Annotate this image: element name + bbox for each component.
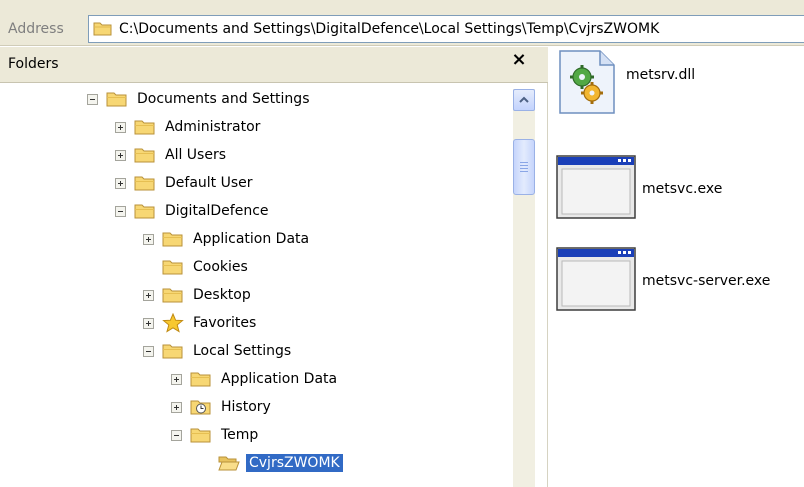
expand-plus-icon[interactable] <box>143 289 154 301</box>
explorer-window: Address C:\Documents and Settings\Digita… <box>0 0 804 487</box>
open-folder-icon <box>218 454 240 472</box>
tree-item-label: History <box>221 399 271 415</box>
tree-item-label: Desktop <box>193 287 251 303</box>
address-bar: Address C:\Documents and Settings\Digita… <box>0 0 804 46</box>
collapse-minus-icon[interactable] <box>171 429 182 441</box>
tree-item-label: Documents and Settings <box>137 91 310 107</box>
address-field[interactable]: C:\Documents and Settings\DigitalDefence… <box>88 15 804 43</box>
expand-plus-icon[interactable] <box>115 177 126 189</box>
folder-icon <box>134 146 156 164</box>
exe-window-icon <box>556 247 636 315</box>
vertical-scrollbar[interactable] <box>513 89 535 487</box>
file-item[interactable]: metsvc-server.exe <box>556 247 770 315</box>
file-list-pane: metsrv.dll metsvc.exe metsvc-server.exe <box>548 47 804 487</box>
file-name: metsvc.exe <box>642 181 723 197</box>
folder-icon <box>93 20 113 41</box>
tree-item[interactable]: Application Data <box>171 365 340 393</box>
tree-item-label: Default User <box>165 175 253 191</box>
folder-icon <box>162 258 184 276</box>
star-icon <box>162 313 184 333</box>
tree-item[interactable]: DigitalDefence <box>115 197 272 225</box>
folder-tree: Documents and Settings Administrator All U… <box>0 83 548 487</box>
collapse-minus-icon[interactable] <box>87 93 98 105</box>
file-name: metsrv.dll <box>626 67 696 83</box>
chevron-up-icon <box>519 96 529 103</box>
tree-item[interactable]: Cookies <box>143 253 251 281</box>
expand-plus-icon[interactable] <box>143 317 154 329</box>
tree-item-label: Cookies <box>193 259 248 275</box>
tree-item[interactable]: All Users <box>115 141 229 169</box>
tree-item[interactable]: History <box>171 393 274 421</box>
tree-item-label: Temp <box>221 427 259 443</box>
tree-item[interactable]: Local Settings <box>143 337 294 365</box>
tree-item[interactable]: CvjrsZWOMK <box>199 449 343 477</box>
expand-plus-icon[interactable] <box>143 233 154 245</box>
file-name: metsvc-server.exe <box>642 273 771 289</box>
tree-item-label: Local Settings <box>193 343 292 359</box>
tree-item[interactable]: Default User <box>115 169 256 197</box>
folders-pane-header: Folders × <box>0 47 548 83</box>
folders-pane-title: Folders <box>8 56 59 72</box>
expand-plus-icon[interactable] <box>171 401 182 413</box>
file-item[interactable]: metsvc.exe <box>556 155 722 223</box>
exe-window-icon <box>556 155 636 223</box>
tree-item-label: All Users <box>165 147 227 163</box>
tree-item[interactable]: Documents and Settings <box>87 85 312 113</box>
collapse-minus-icon[interactable] <box>115 205 126 217</box>
scroll-thumb[interactable] <box>513 139 535 195</box>
expand-plus-icon[interactable] <box>115 149 126 161</box>
folder-icon <box>134 202 156 220</box>
tree-item[interactable]: Desktop <box>143 281 254 309</box>
close-icon[interactable]: × <box>507 49 531 71</box>
scroll-up-button[interactable] <box>513 89 535 111</box>
tree-item[interactable]: Application Data <box>143 225 312 253</box>
history-folder-icon <box>190 398 212 416</box>
tree-item-label: Favorites <box>193 315 257 331</box>
tree-item[interactable]: Administrator <box>115 113 263 141</box>
folder-icon <box>190 426 212 444</box>
tree-item-label: Application Data <box>221 371 338 387</box>
tree-item[interactable]: Temp <box>171 421 261 449</box>
folder-icon <box>190 370 212 388</box>
tree-item-label: DigitalDefence <box>165 203 269 219</box>
folder-icon <box>134 118 156 136</box>
folder-icon <box>162 342 184 360</box>
collapse-minus-icon[interactable] <box>143 345 154 357</box>
address-label: Address <box>8 21 64 37</box>
folder-icon <box>162 286 184 304</box>
tree-item-label: Application Data <box>193 231 310 247</box>
address-path: C:\Documents and Settings\DigitalDefence… <box>119 21 660 37</box>
folder-icon <box>162 230 184 248</box>
expand-plus-icon[interactable] <box>115 121 126 133</box>
file-item[interactable]: metsrv.dll <box>556 49 695 119</box>
dll-file-icon <box>556 49 618 119</box>
tree-item[interactable]: Favorites <box>143 309 259 337</box>
folder-icon <box>134 174 156 192</box>
tree-item-label: Administrator <box>165 119 261 135</box>
folder-icon <box>106 90 128 108</box>
tree-item-label: CvjrsZWOMK <box>246 454 343 472</box>
expand-plus-icon[interactable] <box>171 373 182 385</box>
